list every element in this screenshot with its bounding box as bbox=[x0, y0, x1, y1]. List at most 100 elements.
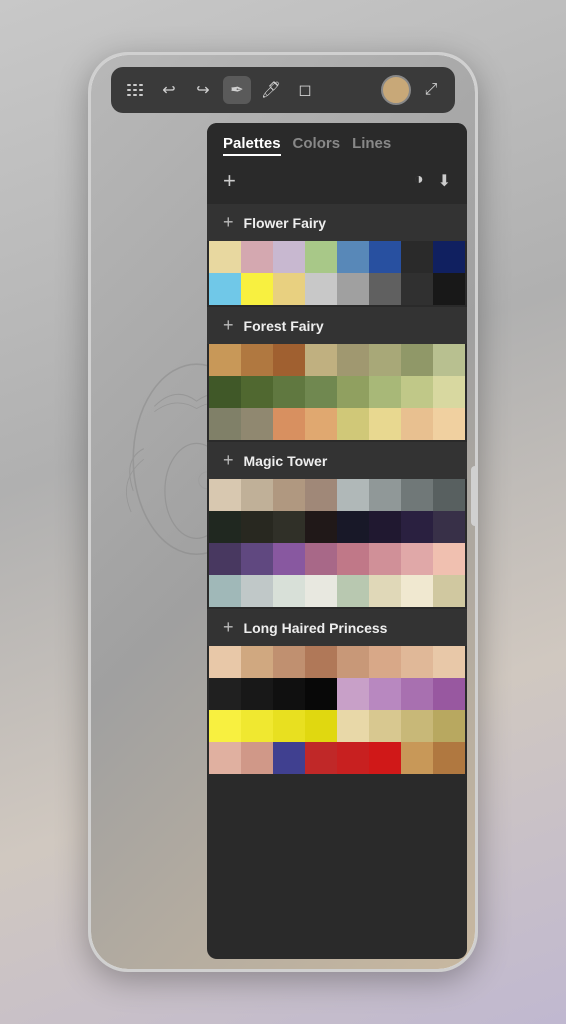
color-cell[interactable] bbox=[401, 408, 433, 440]
color-cell[interactable] bbox=[401, 479, 433, 511]
color-cell[interactable] bbox=[401, 273, 433, 305]
color-cell[interactable] bbox=[433, 241, 465, 273]
color-cell[interactable] bbox=[273, 408, 305, 440]
color-cell[interactable] bbox=[305, 273, 337, 305]
color-cell[interactable] bbox=[305, 678, 337, 710]
color-cell[interactable] bbox=[209, 511, 241, 543]
tab-palettes[interactable]: Palettes bbox=[223, 135, 281, 156]
color-cell[interactable] bbox=[273, 575, 305, 607]
color-cell[interactable] bbox=[273, 646, 305, 678]
color-cell[interactable] bbox=[241, 742, 273, 774]
color-cell[interactable] bbox=[369, 241, 401, 273]
color-cell[interactable] bbox=[305, 408, 337, 440]
color-cell[interactable] bbox=[369, 344, 401, 376]
color-cell[interactable] bbox=[433, 408, 465, 440]
color-cell[interactable] bbox=[337, 479, 369, 511]
color-cell[interactable] bbox=[305, 376, 337, 408]
color-cell[interactable] bbox=[337, 575, 369, 607]
color-cell[interactable] bbox=[337, 710, 369, 742]
color-cell[interactable] bbox=[305, 241, 337, 273]
color-cell[interactable] bbox=[209, 678, 241, 710]
color-cell[interactable] bbox=[273, 710, 305, 742]
color-cell[interactable] bbox=[337, 241, 369, 273]
color-cell[interactable] bbox=[305, 479, 337, 511]
color-cell[interactable] bbox=[433, 742, 465, 774]
color-cell[interactable] bbox=[369, 273, 401, 305]
color-cell[interactable] bbox=[241, 241, 273, 273]
color-cell[interactable] bbox=[369, 543, 401, 575]
color-cell[interactable] bbox=[209, 344, 241, 376]
color-cell[interactable] bbox=[433, 479, 465, 511]
color-cell[interactable] bbox=[433, 575, 465, 607]
history-icon[interactable]: ◑ bbox=[414, 171, 424, 191]
new-palette-button[interactable]: + bbox=[223, 168, 236, 194]
color-cell[interactable] bbox=[337, 678, 369, 710]
color-cell[interactable] bbox=[241, 543, 273, 575]
color-cell[interactable] bbox=[273, 376, 305, 408]
color-cell[interactable] bbox=[273, 273, 305, 305]
color-cell[interactable] bbox=[241, 710, 273, 742]
color-cell[interactable] bbox=[241, 344, 273, 376]
color-cell[interactable] bbox=[337, 273, 369, 305]
color-cell[interactable] bbox=[305, 742, 337, 774]
color-cell[interactable] bbox=[209, 376, 241, 408]
color-cell[interactable] bbox=[401, 678, 433, 710]
palette-flower-fairy-add[interactable]: + bbox=[223, 212, 234, 233]
color-cell[interactable] bbox=[273, 742, 305, 774]
color-cell[interactable] bbox=[209, 273, 241, 305]
palette-forest-fairy-add[interactable]: + bbox=[223, 315, 234, 336]
expand-icon[interactable]: ⤢ bbox=[417, 76, 445, 104]
color-cell[interactable] bbox=[241, 678, 273, 710]
side-button[interactable] bbox=[471, 466, 475, 526]
color-cell[interactable] bbox=[337, 376, 369, 408]
color-cell[interactable] bbox=[209, 408, 241, 440]
tab-lines[interactable]: Lines bbox=[352, 135, 391, 156]
color-cell[interactable] bbox=[369, 646, 401, 678]
color-cell[interactable] bbox=[401, 376, 433, 408]
redo-icon[interactable]: ↪ bbox=[189, 76, 217, 104]
color-cell[interactable] bbox=[337, 742, 369, 774]
color-cell[interactable] bbox=[369, 408, 401, 440]
color-cell[interactable] bbox=[433, 678, 465, 710]
color-cell[interactable] bbox=[337, 511, 369, 543]
color-cell[interactable] bbox=[369, 575, 401, 607]
color-cell[interactable] bbox=[433, 511, 465, 543]
color-cell[interactable] bbox=[241, 575, 273, 607]
color-cell[interactable] bbox=[305, 710, 337, 742]
color-cell[interactable] bbox=[433, 710, 465, 742]
color-cell[interactable] bbox=[273, 241, 305, 273]
color-cell[interactable] bbox=[273, 511, 305, 543]
color-cell[interactable] bbox=[209, 575, 241, 607]
color-cell[interactable] bbox=[241, 511, 273, 543]
color-cell[interactable] bbox=[209, 710, 241, 742]
color-cell[interactable] bbox=[241, 273, 273, 305]
color-cell[interactable] bbox=[337, 344, 369, 376]
color-cell[interactable] bbox=[273, 479, 305, 511]
palette-long-haired-princess-add[interactable]: + bbox=[223, 617, 234, 638]
color-cell[interactable] bbox=[337, 646, 369, 678]
color-cell[interactable] bbox=[273, 344, 305, 376]
color-cell[interactable] bbox=[273, 678, 305, 710]
color-cell[interactable] bbox=[401, 575, 433, 607]
undo-icon[interactable]: ↩ bbox=[155, 76, 183, 104]
color-cell[interactable] bbox=[401, 646, 433, 678]
color-cell[interactable] bbox=[209, 241, 241, 273]
color-cell[interactable] bbox=[433, 273, 465, 305]
download-icon[interactable]: ⬇ bbox=[438, 171, 451, 191]
color-cell[interactable] bbox=[401, 344, 433, 376]
color-cell[interactable] bbox=[305, 543, 337, 575]
color-cell[interactable] bbox=[209, 479, 241, 511]
color-cell[interactable] bbox=[369, 479, 401, 511]
color-cell[interactable] bbox=[337, 543, 369, 575]
stylus-icon[interactable]: ✒ bbox=[223, 76, 251, 104]
color-cell[interactable] bbox=[241, 646, 273, 678]
color-cell[interactable] bbox=[401, 543, 433, 575]
color-picker[interactable] bbox=[381, 75, 411, 105]
color-cell[interactable] bbox=[433, 344, 465, 376]
color-cell[interactable] bbox=[209, 646, 241, 678]
color-cell[interactable] bbox=[209, 742, 241, 774]
color-cell[interactable] bbox=[369, 710, 401, 742]
color-cell[interactable] bbox=[241, 376, 273, 408]
color-cell[interactable] bbox=[369, 742, 401, 774]
color-cell[interactable] bbox=[401, 710, 433, 742]
